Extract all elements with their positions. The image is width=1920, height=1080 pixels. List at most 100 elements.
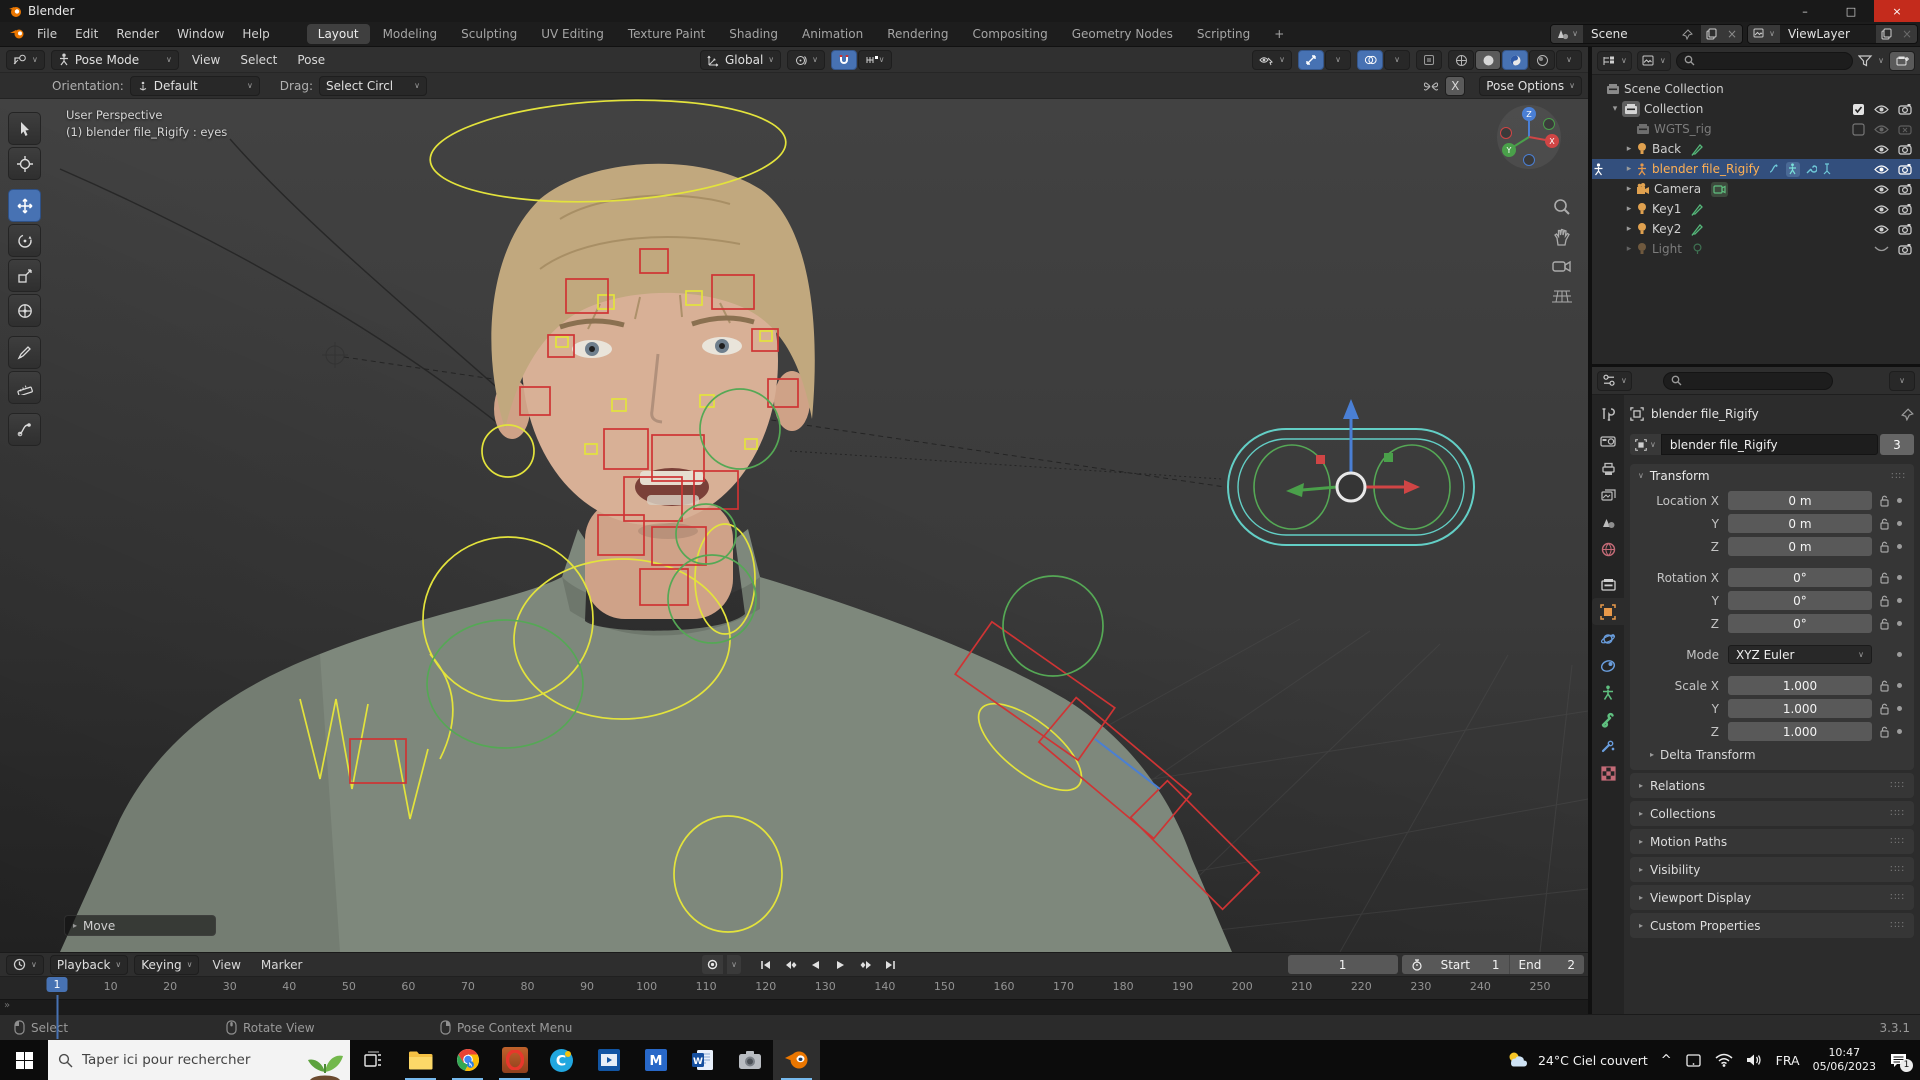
expand-icon[interactable]: ▸	[1622, 144, 1636, 154]
properties-search[interactable]	[1662, 371, 1833, 390]
snap-target-dropdown[interactable]: ∨	[858, 50, 892, 70]
menu-window[interactable]: Window	[168, 24, 233, 44]
render-camera-disabled-icon[interactable]	[1898, 123, 1912, 135]
tab-scene-properties[interactable]	[1592, 509, 1624, 536]
menu-edit[interactable]: Edit	[66, 24, 107, 44]
tab-shading[interactable]: Shading	[718, 24, 789, 44]
keying-set-dropdown[interactable]: ∨	[727, 955, 741, 974]
transform-orientation-dropdown[interactable]: Global ∨	[700, 50, 782, 70]
tab-animation[interactable]: Animation	[791, 24, 874, 44]
outliner-row-key2[interactable]: ▸ Key2	[1592, 219, 1920, 239]
tool-rotate[interactable]	[8, 224, 41, 257]
location-z-field[interactable]: 0 m	[1728, 537, 1872, 556]
viewport-display-panel[interactable]: ▸ Viewport Display ∷∷	[1630, 885, 1914, 910]
overlays-options-dropdown[interactable]: ∨	[1384, 50, 1410, 70]
hide-eye-icon[interactable]	[1874, 164, 1889, 175]
tool-pose-breakdowner[interactable]	[8, 413, 41, 446]
pose-options-dropdown[interactable]: Pose Options ∨	[1479, 76, 1582, 96]
animate-dot[interactable]	[1897, 498, 1902, 503]
tab-rendering[interactable]: Rendering	[876, 24, 959, 44]
outliner-display-mode-dropdown[interactable]: ∨	[1636, 50, 1671, 71]
opera-icon[interactable]	[491, 1040, 538, 1080]
volume-icon[interactable]	[1746, 1053, 1763, 1067]
expand-icon[interactable]: ▸	[1622, 204, 1636, 214]
menu-select[interactable]: Select	[233, 51, 284, 69]
orthographic-grid-icon[interactable]	[1552, 287, 1574, 309]
scale-z-field[interactable]: 1.000	[1728, 722, 1872, 741]
timeline-editor-type-button[interactable]: ∨	[6, 954, 44, 975]
shading-options-dropdown[interactable]: ∨	[1556, 50, 1582, 70]
hide-eye-icon[interactable]	[1874, 144, 1889, 155]
animate-dot[interactable]	[1897, 575, 1902, 580]
custom-properties-panel[interactable]: ▸ Custom Properties ∷∷	[1630, 913, 1914, 938]
tool-annotate[interactable]	[8, 336, 41, 369]
scale-x-field[interactable]: 1.000	[1728, 676, 1872, 695]
render-camera-icon[interactable]	[1898, 163, 1912, 175]
tab-render-properties[interactable]	[1592, 428, 1624, 455]
menu-render[interactable]: Render	[107, 24, 168, 44]
ccleaner-icon[interactable]: C	[538, 1040, 585, 1080]
mirror-x-toggle[interactable]: X	[1445, 76, 1466, 96]
lock-icon[interactable]	[1879, 518, 1890, 530]
menu-pose[interactable]: Pose	[290, 51, 332, 69]
hidden-eye-closed-icon[interactable]	[1874, 245, 1889, 254]
navigation-gizmo[interactable]: Z X Y	[1494, 102, 1564, 172]
screenshot-app-icon[interactable]	[726, 1040, 773, 1080]
drag-handle-icon[interactable]: ∷∷	[1890, 780, 1905, 791]
widget-red-handle[interactable]	[1316, 455, 1325, 464]
animate-dot[interactable]	[1897, 706, 1902, 711]
blender-taskbar-icon[interactable]	[773, 1040, 820, 1080]
scene-browse-button[interactable]: ∨	[1551, 25, 1584, 43]
drag-handle-icon[interactable]: ∷∷	[1890, 892, 1905, 903]
pin-icon[interactable]	[1682, 28, 1693, 40]
viewport-3d[interactable]: ∨ Pose Mode ∨ View Select Pose Global ∨	[0, 47, 1588, 952]
outliner-row-camera[interactable]: ▸ Camera	[1592, 179, 1920, 199]
viewlayer-name-field[interactable]: ViewLayer	[1779, 25, 1876, 43]
tray-language[interactable]: FRA	[1776, 1053, 1800, 1068]
rotation-y-field[interactable]: 0°	[1728, 591, 1872, 610]
outliner-row-wgts-rig[interactable]: WGTS_rig	[1592, 119, 1920, 139]
lock-icon[interactable]	[1879, 618, 1890, 630]
tab-layout[interactable]: Layout	[306, 24, 370, 44]
play-reverse-button[interactable]	[805, 955, 826, 974]
maximize-button[interactable]: □	[1828, 0, 1874, 22]
pivot-point-dropdown[interactable]: ∨	[787, 50, 825, 70]
outliner-search[interactable]	[1675, 51, 1854, 70]
orientation-default-dropdown[interactable]: Default ∨	[129, 75, 260, 96]
jump-next-keyframe-button[interactable]	[855, 955, 876, 974]
keying-menu[interactable]: Keying ∨	[134, 954, 200, 975]
expand-icon[interactable]: ▸	[1622, 224, 1636, 234]
mode-dropdown[interactable]: Pose Mode ∨	[50, 49, 179, 70]
tab-world-properties[interactable]	[1592, 536, 1624, 563]
render-camera-icon[interactable]	[1898, 203, 1912, 215]
tab-collection-properties[interactable]	[1592, 571, 1624, 598]
drag-handle-icon[interactable]: ∷∷	[1890, 836, 1905, 847]
animate-dot[interactable]	[1897, 544, 1902, 549]
pin-icon[interactable]	[1901, 407, 1914, 421]
visibility-panel[interactable]: ▸ Visibility ∷∷	[1630, 857, 1914, 882]
scene-delete-button[interactable]: ×	[1722, 25, 1743, 43]
lock-icon[interactable]	[1879, 495, 1890, 507]
auto-keying-button[interactable]	[702, 955, 723, 974]
drag-handle-icon[interactable]: ∷∷	[1890, 808, 1905, 819]
gizmo-axis-z-neg[interactable]	[1523, 154, 1535, 166]
animate-dot[interactable]	[1897, 598, 1902, 603]
end-frame-field[interactable]: End 2	[1510, 958, 1584, 972]
outliner-row-back[interactable]: ▸ Back	[1592, 139, 1920, 159]
tab-uv-editing[interactable]: UV Editing	[530, 24, 615, 44]
pan-hand-icon[interactable]	[1552, 227, 1574, 249]
editor-type-button[interactable]: ∨	[6, 49, 45, 70]
tab-object-constraint-properties[interactable]	[1592, 652, 1624, 679]
minimize-button[interactable]: –	[1782, 0, 1828, 22]
lock-icon[interactable]	[1879, 726, 1890, 738]
rotation-x-field[interactable]: 0°	[1728, 568, 1872, 587]
hide-eye-icon[interactable]	[1874, 224, 1889, 235]
tray-expand-chevron[interactable]: ^	[1661, 1053, 1672, 1068]
widget-green-handle[interactable]	[1384, 453, 1393, 462]
drag-handle-icon[interactable]: ∷∷	[1890, 864, 1905, 875]
users-count-button[interactable]: 3	[1880, 434, 1914, 455]
viewlayer-delete-button[interactable]: ×	[1896, 25, 1917, 43]
rotation-mode-dropdown[interactable]: XYZ Euler ∨	[1728, 645, 1872, 664]
viewlayer-new-button[interactable]	[1875, 25, 1897, 43]
outliner-row-scene-collection[interactable]: Scene Collection	[1592, 79, 1920, 99]
